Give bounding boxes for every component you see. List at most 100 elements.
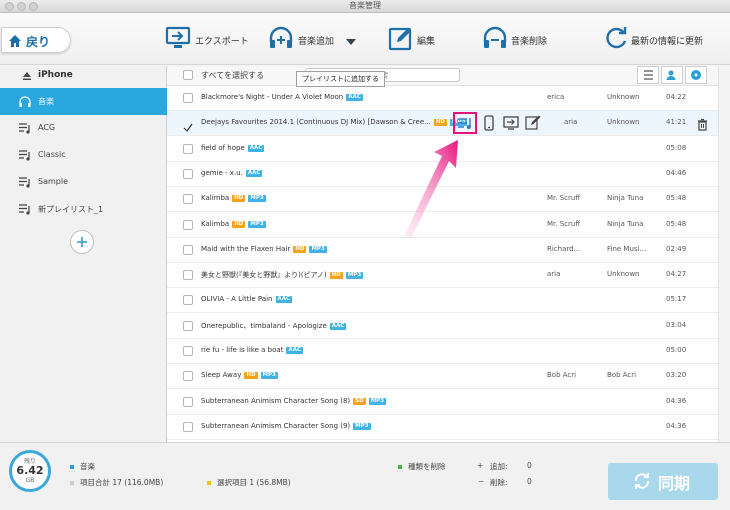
- sidebar-item-classic[interactable]: Classic: [0, 142, 167, 169]
- phone-icon: [484, 115, 494, 131]
- export-row-button[interactable]: [502, 114, 520, 132]
- table-row[interactable]: 美女と野獣(『美女と野獣』より)(ピアノ) HD MP3 aria Unknown 04:…: [167, 263, 718, 289]
- song-title: Subterranean Animism Character Song (9) M…: [201, 422, 371, 430]
- removed-label: 削除:: [490, 478, 508, 487]
- song-album: Ninja Tuna: [607, 219, 644, 228]
- song-title: field of hope AAC: [201, 143, 265, 152]
- back-button[interactable]: 戻り: [1, 27, 71, 53]
- table-row[interactable]: Sleep Away HD MP3 Bob Acri Bob Acri 03:20: [167, 364, 718, 390]
- song-title: Maid with the Flaxen Hair HD MP3: [201, 245, 327, 253]
- add-playlist-button[interactable]: [70, 230, 94, 254]
- sidebar-item-acg[interactable]: ACG: [0, 115, 167, 142]
- total-legend-swatch: [70, 481, 74, 485]
- row-checkbox[interactable]: [183, 168, 193, 179]
- row-checkbox[interactable]: [183, 143, 193, 154]
- headphones-add-icon: [269, 26, 293, 48]
- selected-items: 選択項目 1 (56.8MB): [217, 478, 291, 487]
- song-album: Fine Musi...: [607, 244, 647, 253]
- row-checkbox[interactable]: [183, 244, 193, 255]
- row-checkbox[interactable]: [183, 194, 193, 205]
- row-checkbox[interactable]: [183, 295, 193, 306]
- song-duration: 05:08: [666, 143, 687, 152]
- added-plus-icon: +: [477, 461, 484, 470]
- refresh-button[interactable]: 最新の情報に更新: [603, 25, 723, 55]
- format-badge: HD: [244, 372, 258, 380]
- song-artist: Mr. Scruff: [547, 219, 581, 228]
- song-duration: 03:04: [666, 320, 687, 329]
- list-view-button[interactable]: [637, 66, 659, 84]
- format-badge: HD: [293, 245, 307, 253]
- song-title: gemie - x.u. AAC: [201, 169, 263, 177]
- table-row[interactable]: Deejays Favourites 2014.1 (Continuous DJ…: [167, 111, 718, 137]
- table-row[interactable]: Subterranean Animism Character Song (9) M…: [167, 415, 718, 440]
- row-checkbox[interactable]: [183, 320, 193, 331]
- disc-view-button[interactable]: [685, 66, 707, 84]
- song-duration: 04:36: [666, 396, 687, 405]
- row-checkbox[interactable]: [183, 270, 193, 281]
- sidebar-item-new-playlist[interactable]: 新プレイリスト_1: [0, 196, 167, 223]
- eject-icon[interactable]: [22, 71, 32, 81]
- sidebar-item-music[interactable]: 音楽: [0, 88, 167, 115]
- edit-button[interactable]: 編集: [388, 25, 448, 55]
- export-label: エクスポート: [195, 37, 249, 47]
- sidebar-item-sample[interactable]: Sample: [0, 169, 167, 196]
- row-checkbox[interactable]: [183, 118, 193, 133]
- remaining-unit: GB: [25, 477, 35, 484]
- format-badge: HD: [329, 272, 343, 280]
- row-checkbox[interactable]: [183, 396, 193, 407]
- checkmark-icon: [183, 123, 193, 133]
- add-music-dropdown-icon[interactable]: [346, 39, 356, 45]
- edit-row-button[interactable]: [524, 114, 542, 132]
- song-duration: 03:20: [666, 371, 687, 380]
- export-button[interactable]: エクスポート: [165, 25, 255, 55]
- song-album: Unknown: [607, 93, 640, 101]
- format-badge: MP3: [345, 272, 364, 280]
- format-badge: AAC: [247, 144, 265, 152]
- row-checkbox[interactable]: [183, 93, 193, 103]
- song-duration: 04:27: [666, 270, 687, 279]
- scrollbar[interactable]: [718, 66, 730, 442]
- table-row[interactable]: OLIVIA - A Little Pain AAC 05:17: [167, 288, 718, 314]
- song-title-text: Kalimba: [201, 194, 230, 203]
- title-bar: 音楽管理: [0, 0, 730, 13]
- trash-icon[interactable]: [697, 116, 708, 135]
- select-all-checkbox[interactable]: [183, 70, 193, 80]
- pointer-arrow-icon: [404, 140, 458, 238]
- user-icon: [666, 70, 676, 80]
- song-title: Onerepublic、timbaland - Apologize AAC: [201, 321, 347, 331]
- sidebar-item-label: 新プレイリスト_1: [38, 205, 104, 214]
- song-artist: Bob Acri: [547, 371, 577, 380]
- view-buttons: [637, 66, 717, 84]
- add-music-button[interactable]: 音楽追加: [268, 25, 348, 55]
- remaining-value: 6.42: [16, 464, 44, 477]
- total-items: 項目合計 17 (116.0MB): [80, 478, 164, 487]
- delete-legend-swatch: [398, 465, 402, 469]
- delete-music-button[interactable]: 音楽削除: [482, 25, 562, 55]
- song-duration: 04:36: [666, 421, 687, 430]
- table-row[interactable]: Blackmore's Night - Under A Violet Moon A…: [167, 86, 718, 111]
- row-checkbox[interactable]: [183, 219, 193, 230]
- send-to-device-button[interactable]: [480, 114, 498, 132]
- table-row[interactable]: rie fu - life is like a boat AAC 05:00: [167, 339, 718, 364]
- song-duration: 05:48: [666, 219, 687, 228]
- sync-button[interactable]: 同期: [608, 463, 718, 500]
- song-album: Bob Acri: [607, 371, 637, 380]
- table-row[interactable]: Maid with the Flaxen Hair HD MP3 Richard...…: [167, 238, 718, 263]
- row-checkbox[interactable]: [183, 346, 193, 356]
- table-row[interactable]: Onerepublic、timbaland - Apologize AAC 03:0…: [167, 314, 718, 339]
- song-title-text: field of hope: [201, 143, 245, 152]
- format-badge: MP3: [368, 397, 387, 405]
- song-title-text: rie fu - life is like a boat: [201, 346, 284, 354]
- edit-icon: [388, 27, 412, 51]
- song-title: Kalimba HD MP3: [201, 220, 266, 228]
- row-checkbox[interactable]: [183, 371, 193, 382]
- song-artist: Richard...: [547, 244, 581, 253]
- device-header[interactable]: iPhone: [0, 66, 167, 87]
- table-row[interactable]: Subterranean Animism Character Song (8) S…: [167, 390, 718, 415]
- row-checkbox[interactable]: [183, 421, 193, 432]
- add-music-label: 音楽追加: [298, 37, 335, 47]
- user-view-button[interactable]: [661, 66, 683, 84]
- app-window: 音楽管理 戻り エクスポート 音楽追加 編集 音楽削除 最新の情報に更新 iPh…: [0, 0, 730, 510]
- sync-label: 同期: [658, 474, 691, 493]
- song-title-text: Sleep Away: [201, 371, 242, 380]
